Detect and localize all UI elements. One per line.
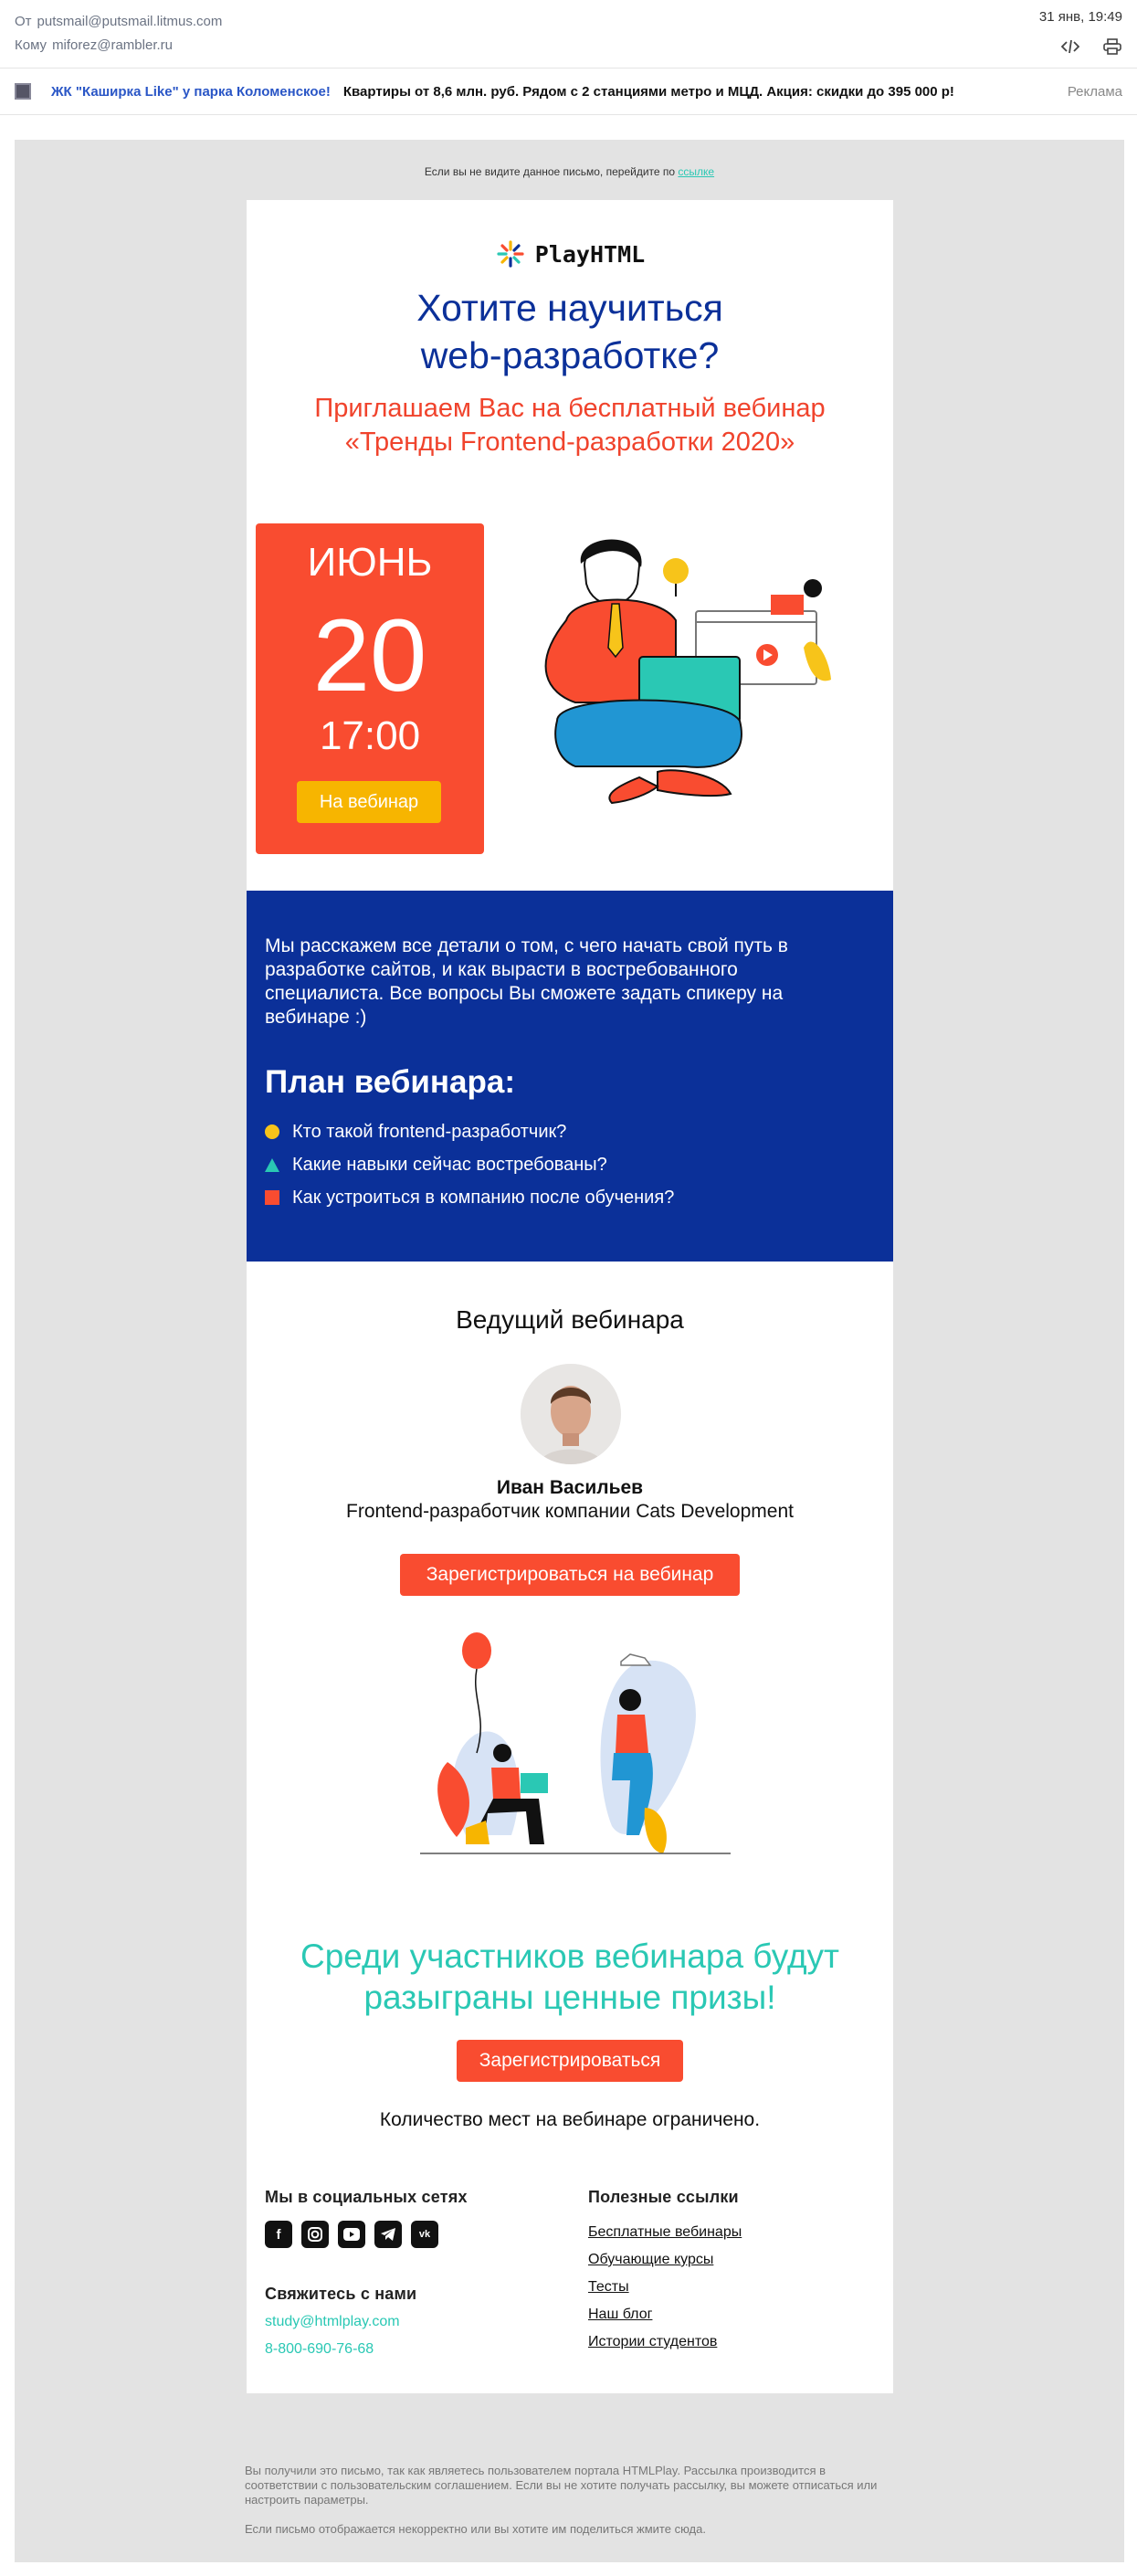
plan-item: Какие навыки сейчас востребованы? bbox=[265, 1148, 875, 1181]
date-card: ИЮНЬ 20 17:00 На вебинар bbox=[256, 523, 484, 854]
social-links: f vk bbox=[265, 2221, 438, 2248]
preheader-link[interactable]: ссылке bbox=[678, 165, 714, 178]
avatar bbox=[521, 1364, 621, 1464]
from-label: От bbox=[15, 13, 32, 29]
logo[interactable]: PlayHTML bbox=[247, 238, 893, 269]
to-label: Кому bbox=[15, 37, 47, 53]
preheader-text: Если вы не видите данное письмо, перейди… bbox=[424, 165, 679, 178]
mail-date: 31 янв, 19:49 bbox=[1038, 9, 1122, 25]
contact-email[interactable]: study@htmlplay.com bbox=[265, 2314, 400, 2330]
to-row: Кому miforez@rambler.ru bbox=[15, 33, 1122, 57]
telegram-icon[interactable] bbox=[374, 2221, 402, 2248]
email-frame: Если вы не видите данное письмо, перейди… bbox=[15, 140, 1124, 2562]
main-title-line2: web-разработке? bbox=[420, 334, 720, 376]
plan-item: Кто такой frontend-разработчик? bbox=[265, 1115, 875, 1148]
ad-tag: Реклама bbox=[1067, 83, 1122, 100]
legal-notice: Вы получили это письмо, так как являетес… bbox=[245, 2464, 895, 2551]
webinar-button[interactable]: На вебинар bbox=[297, 781, 441, 823]
footer-link[interactable]: Истории студентов bbox=[588, 2334, 742, 2361]
preheader: Если вы не видите данное письмо, перейди… bbox=[15, 165, 1124, 178]
social-title: Мы в социальных сетях bbox=[265, 2188, 468, 2206]
footer-link[interactable]: Бесплатные вебинары bbox=[588, 2224, 742, 2252]
header-actions bbox=[1060, 37, 1122, 57]
main-title: Хотите научиться web-разработке? bbox=[247, 284, 893, 379]
instagram-icon[interactable] bbox=[301, 2221, 329, 2248]
plan-title: План вебинара: bbox=[265, 1064, 516, 1100]
register-webinar-button[interactable]: Зарегистрироваться на вебинар bbox=[400, 1554, 740, 1596]
ad-text[interactable]: Квартиры от 8,6 млн. руб. Рядом с 2 стан… bbox=[343, 84, 954, 100]
useful-links: Бесплатные вебинары Обучающие курсы Тест… bbox=[588, 2224, 742, 2361]
to-address[interactable]: miforez@rambler.ru bbox=[52, 37, 173, 53]
square-bullet-icon bbox=[265, 1190, 279, 1205]
mail-header: От putsmail@putsmail.litmus.com Кому mif… bbox=[0, 0, 1137, 68]
from-address[interactable]: putsmail@putsmail.litmus.com bbox=[37, 14, 223, 29]
footer-link[interactable]: Обучающие курсы bbox=[588, 2252, 742, 2279]
vk-icon[interactable]: vk bbox=[411, 2221, 438, 2248]
date-month: ИЮНЬ bbox=[307, 540, 433, 585]
youtube-icon[interactable] bbox=[338, 2221, 365, 2248]
email-body: PlayHTML Хотите научиться web-разработке… bbox=[247, 200, 893, 2393]
code-icon[interactable] bbox=[1060, 37, 1080, 57]
prize-text: Среди участников вебинара будут разыгран… bbox=[300, 1937, 839, 2016]
subtitle: Приглашаем Вас на бесплатный вебинар «Тр… bbox=[314, 394, 826, 457]
footer-link[interactable]: Тесты bbox=[588, 2279, 742, 2307]
plan-item-text: Кто такой frontend-разработчик? bbox=[292, 1122, 567, 1142]
logo-text: PlayHTML bbox=[534, 240, 646, 268]
triangle-bullet-icon bbox=[265, 1157, 279, 1172]
links-title: Полезные ссылки bbox=[588, 2188, 739, 2206]
logo-icon bbox=[497, 240, 524, 268]
program-section: Мы расскажем все детали о том, с чего на… bbox=[247, 891, 893, 1262]
intro-text: Мы расскажем все детали о том, с чего на… bbox=[265, 935, 788, 1028]
host-role: Frontend-разработчик компании Cats Devel… bbox=[346, 1501, 794, 1522]
contact-phone[interactable]: 8-800-690-76-68 bbox=[265, 2341, 374, 2358]
from-row: От putsmail@putsmail.litmus.com bbox=[15, 9, 1122, 33]
plan-item-text: Как устроиться в компанию после обучения… bbox=[292, 1188, 675, 1208]
hero-illustration bbox=[544, 539, 831, 805]
limited-text: Количество мест на вебинаре ограничено. bbox=[379, 2109, 761, 2130]
plan-list: Кто такой frontend-разработчик? Какие на… bbox=[265, 1115, 875, 1214]
people-illustration bbox=[420, 1632, 731, 1854]
ad-logo-icon bbox=[15, 83, 31, 100]
ad-banner[interactable]: ЖК "Каширка Like" у парка Коломенское! К… bbox=[0, 68, 1137, 115]
contact-title: Свяжитесь с нами bbox=[265, 2285, 417, 2303]
host-title: Ведущий вебинара bbox=[456, 1305, 684, 1334]
plan-item: Как устроиться в компанию после обучения… bbox=[265, 1181, 875, 1214]
legal-text-1: Вы получили это письмо, так как являетес… bbox=[245, 2464, 878, 2507]
main-title-line1: Хотите научиться bbox=[416, 287, 723, 329]
register-button[interactable]: Зарегистрироваться bbox=[457, 2040, 683, 2082]
circle-bullet-icon bbox=[265, 1124, 279, 1139]
print-icon[interactable] bbox=[1102, 37, 1122, 57]
facebook-icon[interactable]: f bbox=[265, 2221, 292, 2248]
host-name: Иван Васильев bbox=[496, 1477, 644, 1498]
date-time: 17:00 bbox=[319, 713, 421, 758]
footer-link[interactable]: Наш блог bbox=[588, 2307, 742, 2334]
legal-text-2[interactable]: Если письмо отображается некорректно или… bbox=[245, 2522, 895, 2537]
plan-item-text: Какие навыки сейчас востребованы? bbox=[292, 1155, 607, 1175]
date-day: 20 bbox=[312, 598, 427, 713]
ad-brand[interactable]: ЖК "Каширка Like" у парка Коломенское! bbox=[51, 84, 331, 100]
